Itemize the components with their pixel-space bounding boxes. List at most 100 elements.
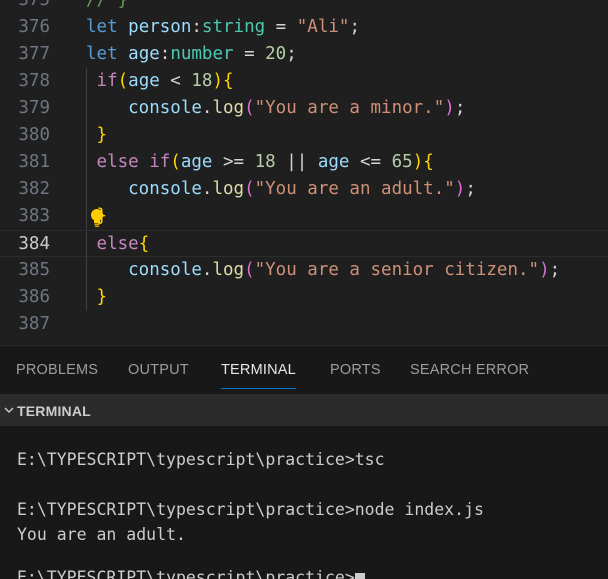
code-token: { xyxy=(223,71,234,91)
terminal-section-header[interactable]: TERMINAL xyxy=(0,394,608,426)
code-token: >= xyxy=(212,152,255,172)
code-token: "You are an adult." xyxy=(254,179,455,199)
code-token: else if xyxy=(86,152,171,172)
code-text: } xyxy=(86,284,108,311)
code-token: <= xyxy=(349,152,392,172)
terminal-line: You are an adult. xyxy=(17,525,186,544)
code-token: age xyxy=(180,152,213,172)
terminal-prompt[interactable]: E:\TYPESCRIPT\typescript\practice> xyxy=(17,568,355,579)
code-line[interactable]: 382 console.log("You are an adult."); xyxy=(0,176,608,203)
code-token: let xyxy=(86,17,129,37)
code-token: . xyxy=(201,179,213,199)
code-token: "You are a senior citizen." xyxy=(254,260,540,280)
code-text: let person:string = "Ali"; xyxy=(86,14,360,41)
code-token: log xyxy=(212,98,245,118)
code-line[interactable]: 375 // } xyxy=(0,0,608,14)
code-token: log xyxy=(212,179,245,199)
chevron-down-icon[interactable] xyxy=(3,404,15,416)
code-token: ) xyxy=(444,98,455,118)
line-number: 376 xyxy=(18,17,50,37)
code-token: ) xyxy=(212,71,223,91)
code-token: console xyxy=(86,98,202,118)
panel-tab-bar: PROBLEMS OUTPUT TERMINAL PORTS SEARCH ER… xyxy=(0,346,608,394)
code-token: 20 xyxy=(265,44,287,64)
code-editor[interactable]: 375// } 376 let person:string = "Ali"; 377 l… xyxy=(0,0,608,345)
code-token: ) xyxy=(539,260,550,280)
code-line[interactable]: 377 let age:number = 20; xyxy=(0,41,608,68)
line-number: 381 xyxy=(18,152,50,172)
code-token: 18 xyxy=(191,71,213,91)
code-token: age xyxy=(128,71,160,91)
code-token: = xyxy=(233,44,266,64)
code-token: < xyxy=(159,71,192,91)
code-token: "Ali" xyxy=(296,17,350,37)
code-token: 65 xyxy=(391,152,413,172)
code-token: ) xyxy=(454,179,466,199)
code-token: else xyxy=(86,234,139,254)
tab-terminal[interactable]: TERMINAL xyxy=(221,362,296,378)
code-line[interactable]: 386 } xyxy=(0,284,608,311)
bottom-panel: PROBLEMS OUTPUT TERMINAL PORTS SEARCH ER… xyxy=(0,345,608,579)
code-token: ( xyxy=(170,152,181,172)
line-number: 387 xyxy=(18,314,50,334)
code-token: ( xyxy=(117,71,129,91)
code-line[interactable]: 379 console.log("You are a minor."); xyxy=(0,95,608,122)
code-token: log xyxy=(212,260,245,280)
tab-problems[interactable]: PROBLEMS xyxy=(16,362,98,378)
code-token: string xyxy=(201,17,266,37)
line-number: 375 xyxy=(18,0,50,10)
code-text: // } xyxy=(86,0,128,14)
code-text: console.log("You are a minor."); xyxy=(86,95,465,122)
code-token: } xyxy=(86,125,108,145)
code-text: if(age < 18){ xyxy=(86,68,234,95)
code-text: } xyxy=(86,122,108,149)
terminal-section-title: TERMINAL xyxy=(17,403,91,419)
line-number: 385 xyxy=(18,260,50,280)
tab-search-error[interactable]: SEARCH ERROR xyxy=(410,362,529,378)
line-number: 377 xyxy=(18,44,50,64)
code-token: // } xyxy=(86,0,129,10)
code-token: ( xyxy=(244,98,255,118)
code-token: . xyxy=(201,260,213,280)
code-token: console xyxy=(86,260,202,280)
code-line[interactable]: 378 if(age < 18){ xyxy=(0,68,608,95)
code-text: let age:number = 20; xyxy=(86,41,297,68)
code-token: let xyxy=(86,44,129,64)
terminal-line: E:\TYPESCRIPT\typescript\practice>tsc xyxy=(17,450,385,469)
code-token: ; xyxy=(549,260,561,280)
code-line[interactable]: 387 xyxy=(0,311,608,338)
code-token: age xyxy=(128,44,160,64)
line-number: 386 xyxy=(18,287,50,307)
tab-output[interactable]: OUTPUT xyxy=(128,362,189,378)
line-number: 378 xyxy=(18,71,50,91)
code-token: : xyxy=(191,17,202,37)
code-token: "You are a minor." xyxy=(254,98,445,118)
code-text: console.log("You are a senior citizen.")… xyxy=(86,257,560,284)
code-line-current[interactable]: 384 else{ xyxy=(0,230,608,258)
line-number: 380 xyxy=(18,125,50,145)
code-token: } xyxy=(86,287,108,307)
code-token: person xyxy=(128,17,192,37)
terminal-line: E:\TYPESCRIPT\typescript\practice>node i… xyxy=(17,500,484,519)
line-number: 383 xyxy=(18,206,50,226)
code-text: console.log("You are an adult."); xyxy=(86,176,476,203)
code-token: ; xyxy=(465,179,476,199)
code-token: ; xyxy=(454,98,466,118)
code-token: ( xyxy=(244,260,255,280)
code-token: ) xyxy=(412,152,424,172)
code-line[interactable]: 385 console.log("You are a senior citize… xyxy=(0,257,608,284)
lightbulb-icon[interactable] xyxy=(88,208,106,228)
terminal-cursor xyxy=(355,573,365,579)
code-line[interactable]: 381 else if(age >= 18 || age <= 65){ xyxy=(0,149,608,176)
code-token: : xyxy=(159,44,171,64)
code-token: ; xyxy=(286,44,297,64)
code-token: ; xyxy=(349,17,360,37)
code-token: 18 xyxy=(254,152,276,172)
tab-ports[interactable]: PORTS xyxy=(330,362,381,378)
code-text: else if(age >= 18 || age <= 65){ xyxy=(86,149,434,176)
code-text: else{ xyxy=(86,231,150,258)
code-line[interactable]: 376 let person:string = "Ali"; xyxy=(0,14,608,41)
code-token: number xyxy=(170,44,234,64)
code-line[interactable]: 380 } xyxy=(0,122,608,149)
active-tab-indicator xyxy=(221,388,296,389)
